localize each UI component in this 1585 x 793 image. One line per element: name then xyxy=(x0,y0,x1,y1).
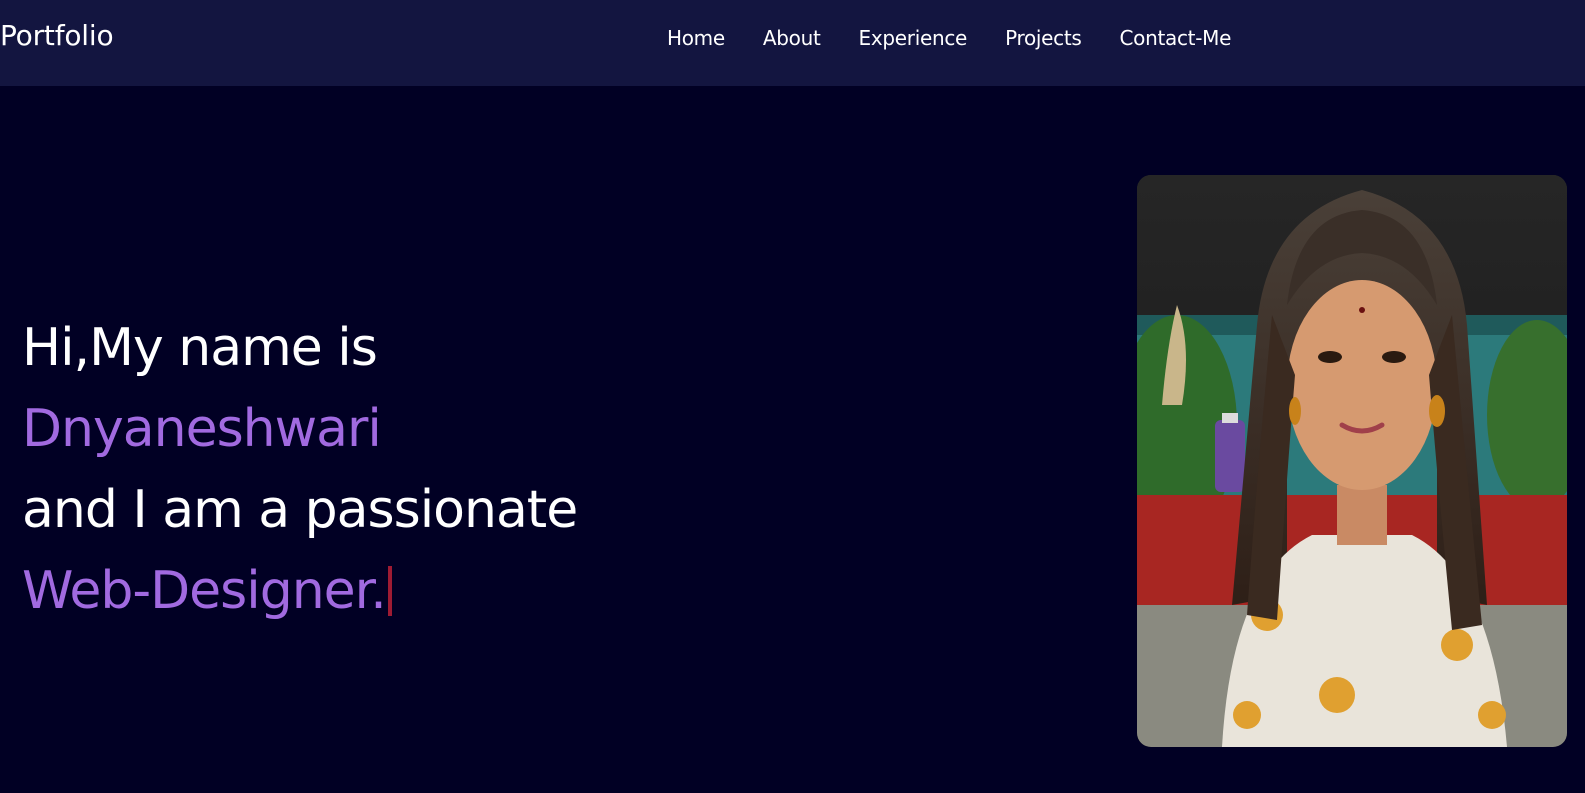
nav-link-projects[interactable]: Projects xyxy=(1005,24,1082,52)
role-line: Web-Designer. xyxy=(22,551,577,632)
hero-intro: Hi,My name is Dnyaneshwari and I am a pa… xyxy=(22,308,578,632)
nav-link-about[interactable]: About xyxy=(763,24,821,52)
nav-link-home[interactable]: Home xyxy=(667,24,725,52)
profile-photo-illustration xyxy=(1137,175,1567,747)
typing-cursor xyxy=(387,566,392,616)
navbar: Portfolio Home About Experience Projects… xyxy=(0,0,1585,86)
nav-link-contact[interactable]: Contact-Me xyxy=(1120,24,1232,52)
passion-text: and I am a passionate xyxy=(22,480,578,540)
profile-photo xyxy=(1137,175,1567,747)
nav-item-experience: Experience xyxy=(859,24,1006,52)
nav-item-contact: Contact-Me xyxy=(1120,24,1270,52)
nav-item-projects: Projects xyxy=(1005,24,1119,52)
nav-item-about: About xyxy=(763,24,859,52)
nav-menu: Home About Experience Projects Contact-M… xyxy=(667,24,1269,52)
name-text: Dnyaneshwari xyxy=(22,399,382,459)
nav-item-home: Home xyxy=(667,24,763,52)
nav-link-experience[interactable]: Experience xyxy=(859,24,968,52)
greeting-text: Hi,My name is xyxy=(22,318,378,378)
logo[interactable]: Portfolio xyxy=(0,19,114,53)
role-text: Web-Designer. xyxy=(22,561,387,621)
